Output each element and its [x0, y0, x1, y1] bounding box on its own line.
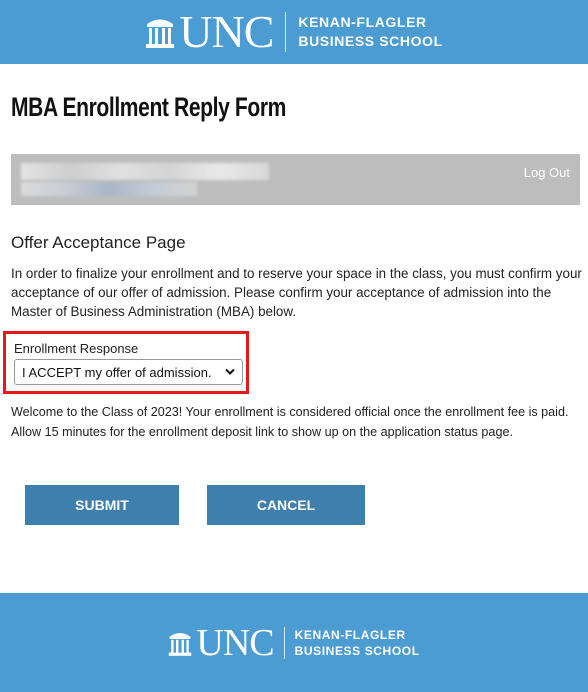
unc-kenan-flagler-logo[interactable]: UNC KENAN-FLAGLER BUSINESS SCHOOL	[145, 9, 442, 55]
welcome-message: Welcome to the Class of 2023! Your enrol…	[11, 405, 569, 439]
footer-school-name: KENAN-FLAGLER BUSINESS SCHOOL	[295, 627, 420, 659]
enrollment-response-label: Enrollment Response	[14, 341, 139, 356]
page-title: MBA Enrollment Reply Form	[11, 92, 286, 122]
site-header: UNC KENAN-FLAGLER BUSINESS SCHOOL	[0, 0, 588, 64]
school-name: KENAN-FLAGLER BUSINESS SCHOOL	[298, 13, 442, 51]
footer-school-name-line2: BUSINESS SCHOOL	[294, 643, 420, 658]
school-name-line2: BUSINESS SCHOOL	[298, 33, 443, 49]
section-title: Offer Acceptance Page	[11, 233, 186, 252]
footer-school-name-line1: KENAN-FLAGLER	[294, 627, 406, 642]
footer-unc-logo[interactable]: UNC KENAN-FLAGLER BUSINESS SCHOOL	[168, 624, 419, 662]
redacted-user-name	[21, 163, 269, 180]
footer-logo-divider	[283, 626, 285, 659]
enrollment-response-value: I ACCEPT my offer of admission.	[22, 364, 212, 380]
site-footer: UNC KENAN-FLAGLER BUSINESS SCHOOL	[0, 593, 588, 692]
user-info-bar: Log Out	[11, 154, 580, 205]
footer-unc-wordmark: UNC	[196, 621, 274, 664]
unc-wordmark: UNC	[179, 6, 274, 57]
logo-divider	[285, 12, 287, 52]
logout-link[interactable]: Log Out	[524, 165, 570, 180]
enrollment-response-select[interactable]: I ACCEPT my offer of admission.	[14, 359, 243, 385]
submit-button[interactable]: SUBMIT	[25, 485, 179, 525]
intro-text: In order to finalize your enrollment and…	[11, 266, 582, 319]
chevron-down-icon	[225, 368, 235, 375]
old-well-icon	[146, 19, 175, 48]
redacted-user-email	[21, 182, 197, 196]
school-name-line1: KENAN-FLAGLER	[298, 14, 427, 30]
cancel-button[interactable]: CANCEL	[207, 485, 365, 525]
enrollment-response-highlight: Enrollment Response I ACCEPT my offer of…	[3, 331, 249, 394]
old-well-icon	[169, 632, 192, 656]
